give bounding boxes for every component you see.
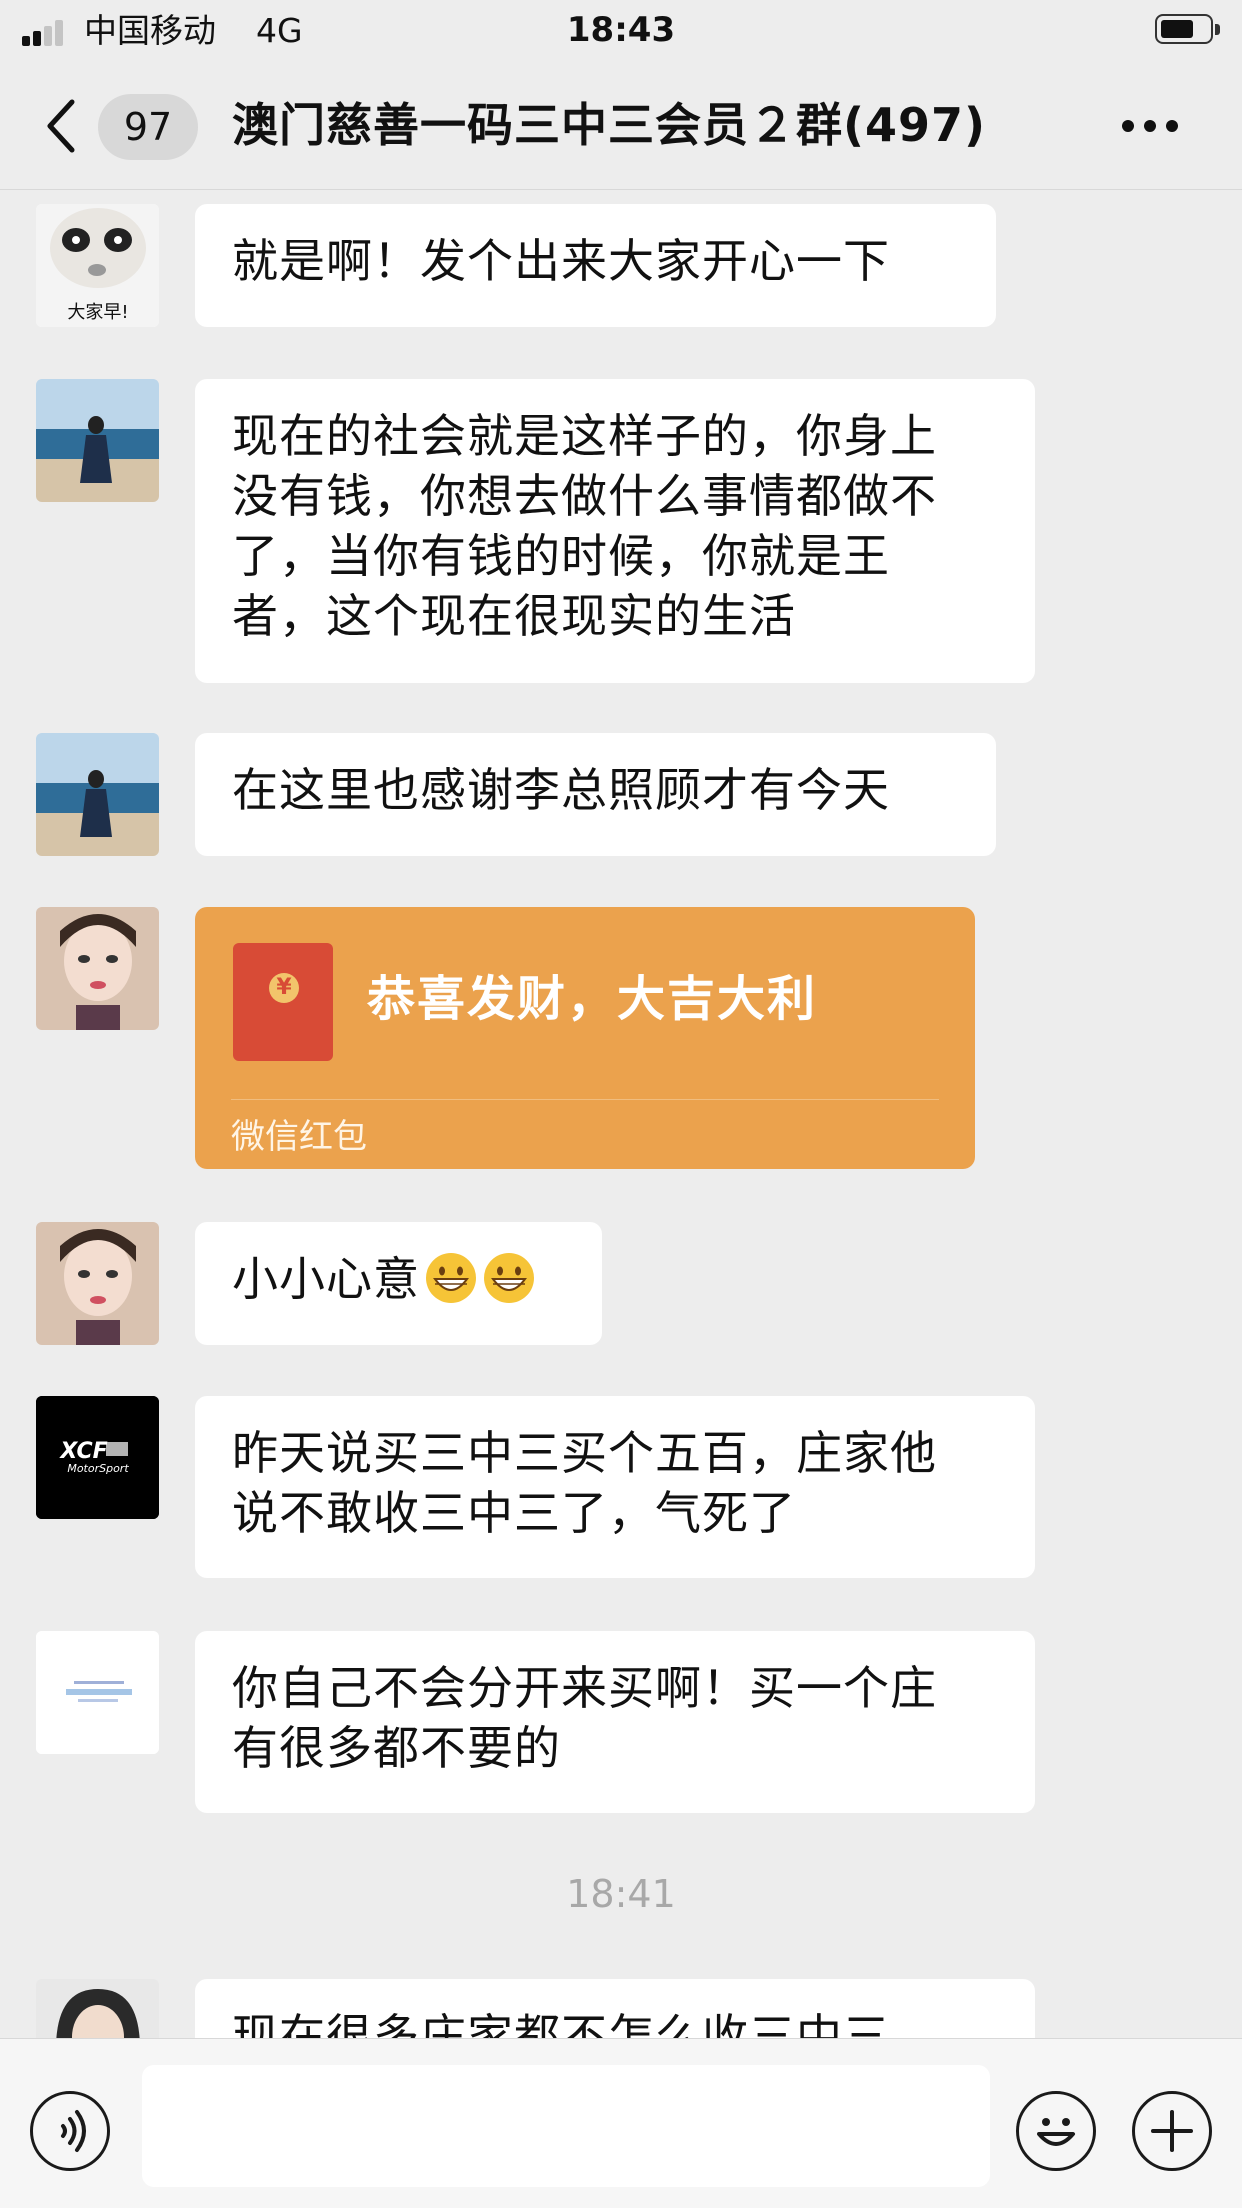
more-dots-icon[interactable] (1122, 114, 1182, 138)
message-bubble[interactable]: 在这里也感谢李总照顾才有今天 (195, 733, 996, 856)
red-packet-card[interactable]: ¥ 恭喜发财，大吉大利 微信红包 (195, 907, 975, 1169)
unread-count-badge[interactable]: 97 (98, 94, 198, 160)
voice-icon[interactable] (30, 2091, 110, 2171)
white-text-avatar[interactable] (36, 1631, 159, 1754)
selfie-woman-avatar[interactable] (36, 907, 159, 1030)
red-envelope-icon: ¥ (233, 943, 333, 1061)
message-text: 就是啊！发个出来大家开心一下 (232, 234, 890, 288)
grinning-emoji (484, 1253, 534, 1303)
message-input[interactable] (142, 2065, 990, 2187)
message-line: 有很多都不要的 (232, 1721, 561, 1775)
message-line: 了，当你有钱的时候，你就是王 (232, 529, 890, 583)
status-bar: 中国移动 4G 18:43 (0, 0, 1242, 62)
message-bubble[interactable]: 你自己不会分开来买啊！买一个庄 有很多都不要的 (195, 1631, 1035, 1813)
red-packet-title: 恭喜发财，大吉大利 (367, 971, 818, 1027)
grinning-emoji (426, 1253, 476, 1303)
divider (231, 1099, 939, 1100)
battery-icon (1155, 14, 1220, 44)
chat-header: 97 澳门慈善一码三中三会员２群(497) (0, 62, 1242, 190)
message-bubble[interactable]: 昨天说买三中三买个五百，庄家他 说不敢收三中三了，气死了 (195, 1396, 1035, 1578)
avatar-logo-sub: MotorSport (67, 1462, 129, 1475)
beach-woman-avatar[interactable] (36, 733, 159, 856)
plus-icon[interactable] (1132, 2091, 1212, 2171)
avatar-logo: XCF (58, 1439, 107, 1464)
message-bubble[interactable]: 就是啊！发个出来大家开心一下 (195, 204, 996, 327)
avatar-caption: 大家早! (67, 302, 128, 323)
message-timestamp: 18:41 (566, 1872, 676, 1916)
message-text: 现在很多庄家都不怎么收三中三 (232, 2009, 890, 2038)
message-line: 说不敢收三中三了，气死了 (232, 1486, 796, 1540)
chevron-left-icon[interactable] (40, 96, 86, 156)
message-text: 小小心意 (232, 1252, 420, 1306)
chat-title: 澳门慈善一码三中三会员２群(497) (232, 98, 987, 152)
message-line: 没有钱，你想去做什么事情都做不 (232, 469, 937, 523)
smiley-icon[interactable] (1016, 2091, 1096, 2171)
red-packet-label: 微信红包 (231, 1117, 367, 1157)
input-bar (0, 2038, 1242, 2208)
status-time: 18:43 (566, 10, 676, 50)
message-bubble[interactable]: 现在很多庄家都不怎么收三中三 (195, 1979, 1035, 2038)
message-text: 在这里也感谢李总照顾才有今天 (232, 763, 890, 817)
beach-woman-avatar[interactable] (36, 379, 159, 502)
message-list[interactable]: 大家早! 就是啊！发个出来大家开心一下 现在的社会就是这样子的，你身上 没有钱，… (0, 190, 1242, 2038)
selfie-woman-avatar[interactable] (36, 1222, 159, 1345)
coin-icon: ¥ (269, 973, 299, 1003)
message-line: 昨天说买三中三买个五百，庄家他 (232, 1426, 937, 1480)
xcf-motorsport-avatar[interactable]: XCF MotorSport (36, 1396, 159, 1519)
message-bubble[interactable]: 小小心意 (195, 1222, 602, 1345)
message-line: 者，这个现在很现实的生活 (232, 589, 796, 643)
message-line: 现在的社会就是这样子的，你身上 (232, 409, 937, 463)
cartoon-face-avatar[interactable]: 大家早! (36, 204, 159, 327)
portrait-woman-avatar[interactable] (36, 1979, 159, 2038)
message-bubble[interactable]: 现在的社会就是这样子的，你身上 没有钱，你想去做什么事情都做不 了，当你有钱的时… (195, 379, 1035, 683)
message-line: 你自己不会分开来买啊！买一个庄 (232, 1661, 937, 1715)
